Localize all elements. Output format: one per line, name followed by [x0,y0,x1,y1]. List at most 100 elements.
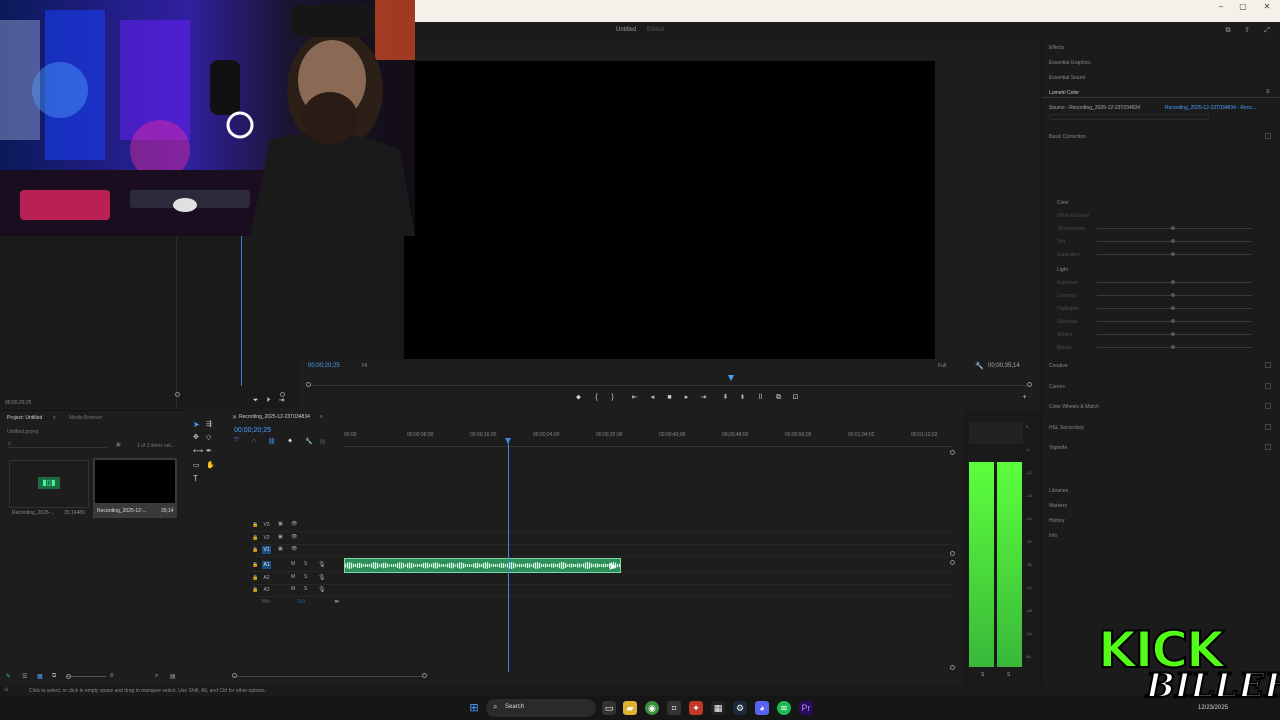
solo-button[interactable]: S [304,561,307,567]
lock-icon[interactable]: 🔒 [252,575,258,581]
premiere-icon[interactable]: Pr [799,701,813,715]
panel-tab-markers[interactable]: Markers [1049,503,1067,509]
solo-button[interactable]: S [304,574,307,580]
lumetri-row-white-balance[interactable]: White Balance [1057,213,1089,219]
vertical-scroll-handle[interactable] [950,665,955,670]
spotify-icon[interactable]: ≋ [777,701,791,715]
program-zoom-handle-end[interactable] [1027,382,1032,387]
sequence-tab[interactable]: Recording_2025-12-23T034834 [239,414,310,420]
audio-clip[interactable] [344,558,621,573]
section-basic-correction[interactable]: Basic Correction [1049,134,1086,140]
panel-tab-info[interactable]: Info [1049,533,1057,539]
ripple-edit-tool-icon[interactable]: ✥ [193,433,199,441]
section-toggle-checkbox[interactable] [1265,444,1271,450]
record-voiceover-icon[interactable]: 🎙 [318,586,326,593]
hand-tool-icon[interactable]: ✋ [206,461,215,469]
section-vignette[interactable]: Vignette [1049,445,1067,451]
lock-icon[interactable]: 🔒 [252,547,258,553]
type-tool-icon[interactable]: T [193,474,198,483]
horizontal-scroll-handle[interactable] [422,673,427,678]
lumetri-row-highlights[interactable]: Highlights [1057,306,1079,312]
lumetri-row-contrast[interactable]: Contrast [1057,293,1076,299]
toggle-visibility-icon[interactable]: 👁 [291,546,297,552]
track-label[interactable]: V1 [262,546,271,554]
fullscreen-icon[interactable]: ⤢ [1262,26,1272,35]
new-bin-icon[interactable]: ▣ [116,442,121,448]
linked-selection-icon[interactable]: ⛓ [268,438,276,445]
track-label[interactable]: A2 [262,574,271,582]
mute-button[interactable]: M [291,586,295,592]
track-label[interactable]: A3 [262,586,271,594]
add-marker-icon[interactable]: ⬥ [573,393,584,403]
icon-view-icon[interactable]: ▦ [37,673,43,680]
slider-knob[interactable] [1171,226,1175,230]
source-playhead[interactable] [241,236,242,386]
program-zoom-handle[interactable] [306,382,311,387]
slider-knob[interactable] [1171,280,1175,284]
program-playhead[interactable] [728,375,734,381]
lumetri-row-whites[interactable]: Whites [1057,332,1072,338]
program-scrub-bar[interactable] [308,385,1032,386]
section-creative[interactable]: Creative [1049,363,1068,369]
nest-toggle-icon[interactable]: ⤧ [234,438,239,445]
record-voiceover-icon[interactable]: 🎙 [318,561,326,568]
comparison-view-icon[interactable]: ⧉ [773,393,784,403]
horizontal-scrollbar[interactable] [234,676,424,677]
slider-knob[interactable] [1171,252,1175,256]
lumetri-row-temperature[interactable]: Temperature [1057,226,1085,232]
zoom-slider[interactable] [66,676,106,677]
task-view-icon[interactable]: ▭ [602,701,616,715]
vertical-scroll-handle[interactable] [950,560,955,565]
pen-tool-icon[interactable]: ✒ [206,447,212,455]
rectangle-tool-icon[interactable]: ▭ [193,461,200,469]
panel-tab-history[interactable]: History [1049,518,1065,524]
mix-value[interactable]: 0.0 [298,599,305,605]
razor-tool-icon[interactable]: ◇ [206,433,211,441]
taskbar-search[interactable]: ⌕ Search [486,699,596,717]
panel-tab-essential-sound[interactable]: Essential Sound [1049,75,1085,81]
section-toggle-checkbox[interactable] [1265,383,1271,389]
track-label[interactable]: V3 [262,521,271,529]
panel-tab-lumetri-color[interactable]: Lumetri Color [1049,90,1079,96]
button-editor-icon[interactable]: + [1019,393,1030,403]
solo-left[interactable]: S [981,672,984,678]
track-row[interactable]: 🔒 V1 ▣ 👁 [252,545,952,557]
section-light[interactable]: Light [1057,267,1068,273]
program-timecode[interactable]: 00;00;20;25 [308,363,340,369]
lock-icon[interactable]: 🔒 [252,535,258,541]
windows-start-icon[interactable]: ⊞ [467,701,481,715]
panel-tab-essential-graphics[interactable]: Essential Graphics [1049,60,1091,66]
source-zoom-handle[interactable] [175,392,180,397]
go-to-out-icon[interactable]: ⇥ [698,393,709,403]
app-icon[interactable]: ⌗ [667,701,681,715]
step-back-icon[interactable]: ◂ [647,393,658,403]
timeline-timecode[interactable]: 00;00;20;25 [234,427,271,434]
panel-menu-icon[interactable]: ≡ [53,415,56,421]
panel-tab-libraries[interactable]: Libraries [1049,488,1068,494]
vertical-scroll-handle[interactable] [950,551,955,556]
section-curves[interactable]: Curves [1049,384,1065,390]
snap-icon[interactable]: ∩ [252,438,256,444]
close-button[interactable]: ✕ [1258,2,1276,12]
timeline-playhead[interactable] [508,440,509,672]
toggle-visibility-icon[interactable]: 👁 [291,521,297,527]
lock-icon[interactable]: 🔒 [252,587,258,593]
close-sequence-icon[interactable]: ✕ [232,414,237,421]
add-marker-icon[interactable]: ⬥ [288,438,292,445]
lumetri-row-blacks[interactable]: Blacks [1057,345,1072,351]
vr-view-icon[interactable]: ⊡ [790,393,801,403]
stop-icon[interactable]: ■ [664,393,675,403]
chrome-icon[interactable]: ◉ [645,701,659,715]
time-ruler[interactable]: 00;00 00;00;08;00 00;00;16;00 00;00;24;00 00… [344,430,952,444]
program-monitor-screen[interactable] [404,61,935,359]
terminal-icon[interactable]: ▦ [711,701,725,715]
section-hsl-secondary[interactable]: HSL Secondary [1049,425,1084,431]
section-toggle-checkbox[interactable] [1265,424,1271,430]
lift-icon[interactable]: ⇞ [720,393,731,403]
slider-knob[interactable] [1171,293,1175,297]
track-row[interactable]: 🔒 V2 ▣ 👁 [252,533,952,545]
sync-lock-icon[interactable]: ▣ [278,534,283,540]
sync-lock-icon[interactable]: ▣ [278,546,283,552]
lumetri-row-shadows[interactable]: Shadows [1057,319,1078,325]
section-color[interactable]: Color [1057,200,1069,206]
